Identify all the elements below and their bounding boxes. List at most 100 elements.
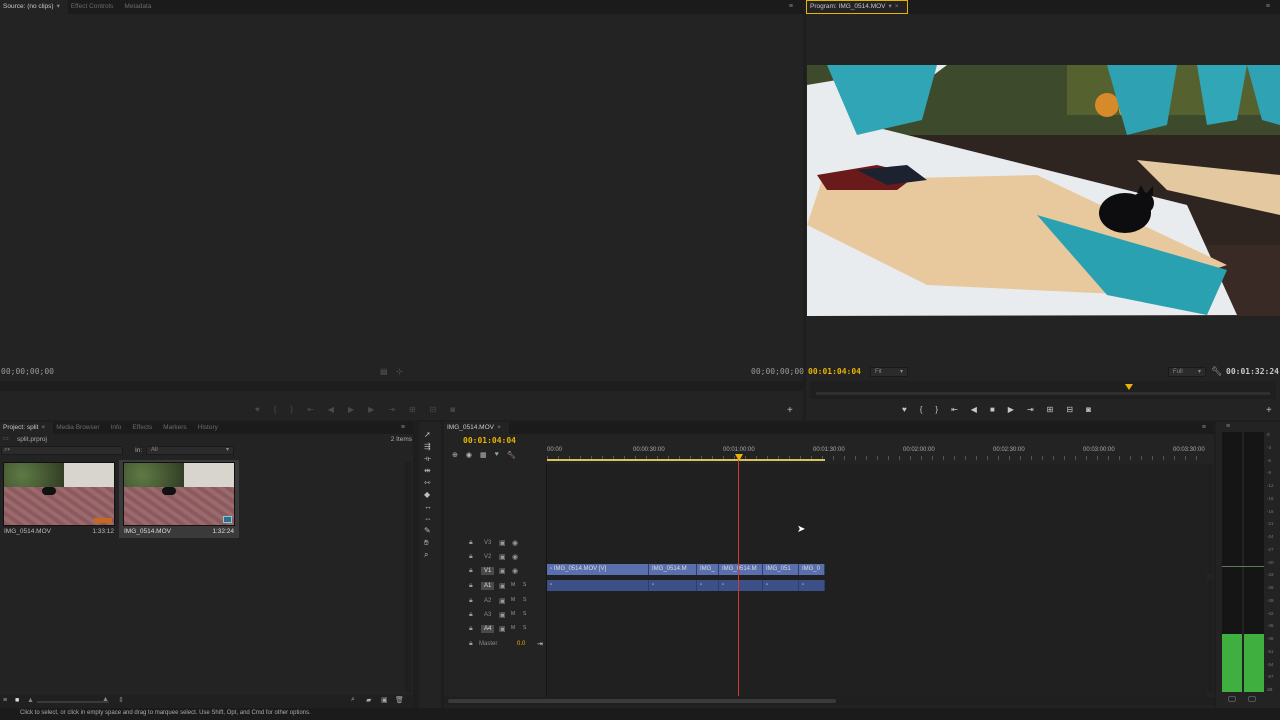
- program-timecode-current[interactable]: 00:01:04:04: [808, 367, 861, 376]
- program-viewer-frame[interactable]: [807, 65, 1280, 316]
- sync-icon[interactable]: ▣: [499, 582, 506, 590]
- work-area-bar[interactable]: [547, 459, 825, 461]
- master-volume[interactable]: 0.0: [517, 641, 525, 647]
- hand-tool-icon[interactable]: ✋︎: [424, 538, 432, 547]
- slip-tool-icon[interactable]: ↔: [424, 502, 432, 511]
- go-to-in-icon[interactable]: ⇤: [307, 405, 314, 414]
- rate-stretch-tool-icon[interactable]: ⇿: [424, 478, 432, 487]
- audio-clip[interactable]: ▫: [547, 580, 649, 591]
- timeline-playhead-marker[interactable]: [735, 454, 743, 461]
- sync-icon[interactable]: ▣: [499, 553, 506, 561]
- go-to-in-icon[interactable]: ⇤: [951, 405, 958, 414]
- pen-tool-icon[interactable]: ✎: [424, 526, 432, 535]
- source-viewer[interactable]: [0, 14, 803, 364]
- track-select-tool-icon[interactable]: ⇶: [424, 442, 432, 451]
- project-scrollbar[interactable]: [405, 462, 411, 692]
- go-to-out-icon[interactable]: ⇥: [1027, 405, 1034, 414]
- add-marker-icon[interactable]: ♥: [255, 405, 260, 414]
- lock-icon[interactable]: 🔒︎: [469, 611, 473, 619]
- lock-icon[interactable]: 🔒︎: [469, 567, 473, 575]
- source-timecode-out[interactable]: 00;00;00;00: [751, 367, 804, 376]
- icon-view-icon[interactable]: ■: [15, 697, 19, 704]
- lock-icon[interactable]: 🔒︎: [469, 553, 473, 561]
- mute-icon[interactable]: M: [511, 625, 515, 631]
- solo-icon[interactable]: S: [523, 597, 526, 603]
- audio-clip[interactable]: ▫: [719, 580, 763, 591]
- insert-icon[interactable]: ⊞: [409, 405, 416, 414]
- lock-icon[interactable]: 🔒︎: [469, 539, 473, 547]
- export-frame-icon[interactable]: ◙: [450, 405, 455, 414]
- panel-menu-icon[interactable]: ≡: [1226, 423, 1230, 430]
- go-to-end-icon[interactable]: ⇥: [537, 640, 543, 648]
- settings-wrench-icon[interactable]: 🔧︎: [507, 451, 516, 459]
- snap-icon[interactable]: ◉: [466, 451, 472, 459]
- list-view-icon[interactable]: ≡: [3, 697, 7, 704]
- mark-out-icon[interactable]: }: [935, 405, 938, 414]
- audio-clip[interactable]: ▫: [649, 580, 697, 591]
- eye-icon[interactable]: ◉: [512, 539, 518, 547]
- wrench-icon[interactable]: 🔧︎: [1211, 366, 1222, 377]
- selection-tool-icon[interactable]: ➚: [424, 430, 432, 439]
- audio-clip[interactable]: ▫: [763, 580, 799, 591]
- trash-icon[interactable]: 🗑︎: [395, 696, 404, 704]
- panel-menu-icon[interactable]: ≡: [1202, 424, 1206, 431]
- source-timecode-in[interactable]: 00;00;00;00: [1, 367, 54, 376]
- panel-menu-icon[interactable]: ≡: [401, 424, 405, 431]
- tab-menu-icon[interactable]: ▾: [889, 3, 892, 10]
- panel-menu-icon[interactable]: ≡: [1266, 3, 1270, 10]
- timeline-v-scrollbar-upper[interactable]: [1207, 464, 1213, 574]
- settings-icon[interactable]: ▤: [380, 367, 388, 376]
- eye-icon[interactable]: ◉: [512, 567, 518, 575]
- tab-media-browser[interactable]: Media Browser: [53, 422, 107, 434]
- lock-icon[interactable]: 🔒︎: [469, 597, 473, 605]
- ripple-edit-tool-icon[interactable]: ⟛: [424, 454, 432, 463]
- zoom-out-icon[interactable]: ▲: [27, 697, 34, 704]
- new-item-icon[interactable]: ▣: [381, 696, 388, 704]
- project-item-selected[interactable]: IMG_0514.MOV 1:32:24: [119, 460, 239, 538]
- tab-sequence[interactable]: IMG_0514.MOV ×: [444, 422, 509, 434]
- zoom-slider[interactable]: [37, 701, 109, 703]
- zoom-select[interactable]: Fit ▾: [870, 367, 908, 377]
- linked-selection-icon[interactable]: ▦: [480, 451, 487, 459]
- tab-metadata[interactable]: Metadata: [121, 0, 159, 14]
- mark-out-icon[interactable]: }: [290, 405, 293, 414]
- solo-left-button[interactable]: [1228, 696, 1236, 702]
- zoom-in-icon[interactable]: ▲: [102, 696, 109, 703]
- sort-icon[interactable]: ⇕: [118, 696, 124, 704]
- program-playhead[interactable]: [1125, 384, 1134, 390]
- time-ruler[interactable]: 00:00 00:00:30:00 00:01:00:00 00:01:30:00 00…: [547, 444, 1207, 462]
- video-clip[interactable]: IMG_: [697, 564, 719, 575]
- solo-icon[interactable]: S: [523, 611, 526, 617]
- close-icon[interactable]: ×: [41, 424, 45, 431]
- new-bin-icon[interactable]: ▰: [366, 696, 371, 704]
- go-to-out-icon[interactable]: ⇥: [388, 405, 395, 414]
- tab-effects[interactable]: Effects: [129, 422, 160, 434]
- video-clip[interactable]: IMG_051: [763, 564, 799, 575]
- stop-icon[interactable]: ■: [990, 405, 995, 414]
- sync-icon[interactable]: ▣: [499, 611, 506, 619]
- timeline-playhead-line[interactable]: [738, 460, 739, 696]
- solo-icon[interactable]: S: [523, 582, 526, 588]
- zoom-tool-icon[interactable]: ⌕: [424, 550, 432, 559]
- mark-in-icon[interactable]: {: [274, 405, 277, 414]
- audio-clip[interactable]: ▫: [697, 580, 719, 591]
- timeline-timecode[interactable]: 00:01:04:04: [463, 436, 516, 445]
- resolution-select[interactable]: Full ▾: [1168, 367, 1206, 377]
- add-marker-icon[interactable]: ♥: [495, 451, 499, 459]
- scrollbar-thumb[interactable]: [448, 699, 836, 703]
- rolling-edit-tool-icon[interactable]: ⇹: [424, 466, 432, 475]
- mark-in-icon[interactable]: {: [920, 405, 923, 414]
- panel-menu-icon[interactable]: ≡: [789, 3, 793, 10]
- tab-menu-icon[interactable]: ▾: [57, 3, 60, 10]
- step-back-icon[interactable]: ◀: [971, 405, 977, 414]
- play-icon[interactable]: ▶: [348, 405, 354, 414]
- extract-icon[interactable]: ⊟: [1066, 405, 1073, 414]
- tab-markers[interactable]: Markers: [160, 422, 194, 434]
- timeline-h-scrollbar[interactable]: [444, 697, 1214, 705]
- add-marker-icon[interactable]: ♥: [902, 405, 907, 414]
- mute-icon[interactable]: M: [511, 611, 515, 617]
- close-icon[interactable]: ×: [497, 424, 501, 431]
- find-icon[interactable]: ⌕: [351, 696, 355, 704]
- razor-tool-icon[interactable]: ◆: [424, 490, 432, 499]
- sync-icon[interactable]: ▣: [499, 625, 506, 633]
